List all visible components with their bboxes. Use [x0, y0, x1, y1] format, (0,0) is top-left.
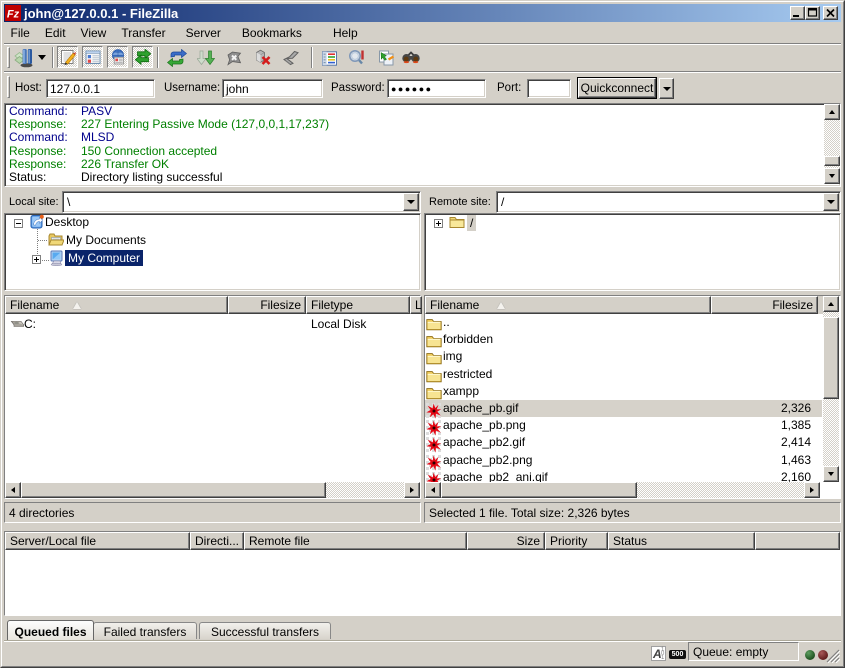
- svg-text:Fz: Fz: [7, 9, 20, 21]
